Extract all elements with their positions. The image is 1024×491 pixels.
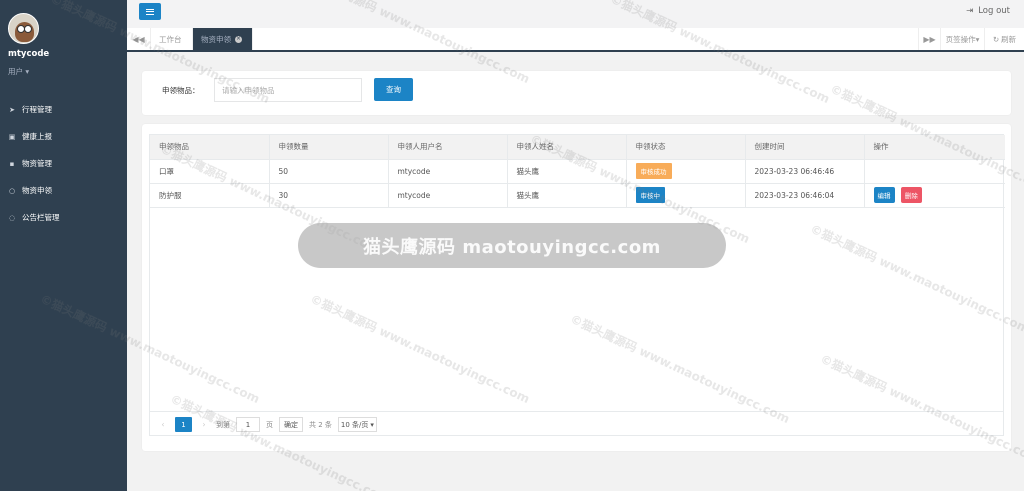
status-badge: 审核成功 xyxy=(635,163,672,179)
column-header: 申领人姓名 xyxy=(507,135,627,160)
refresh-label: 刷新 xyxy=(1001,34,1017,44)
menu-toggle-button[interactable] xyxy=(139,3,161,20)
page-size-value: 10 条/页 xyxy=(340,420,369,429)
close-icon[interactable]: × xyxy=(235,35,242,43)
refresh-icon: ↻ xyxy=(992,34,1000,44)
hamburger-icon xyxy=(146,8,154,15)
sidebar-item-label: 行程管理 xyxy=(22,105,52,114)
delete-button[interactable]: 删除 xyxy=(900,187,922,203)
total-count: 共 2 条 xyxy=(309,420,332,429)
search-input[interactable] xyxy=(214,78,362,102)
column-header: 申领数量 xyxy=(269,135,389,160)
boxes-icon: ▪ xyxy=(9,159,15,168)
tab-claim[interactable]: 物资申领 × xyxy=(193,28,253,50)
sidebar: mtycode 用户 ▾ ➤ 行程管理 ▣ 健康上报 ▪ 物资管理 ○ 物资申领… xyxy=(0,0,127,491)
sidebar-item-label: 健康上报 xyxy=(22,132,52,141)
double-chevron-left-icon: ◀◀ xyxy=(132,34,145,44)
goto-label: 到第 xyxy=(216,420,230,429)
cell-name: 猫头鹰 xyxy=(507,183,627,208)
sidebar-item-supplies[interactable]: ▪ 物资管理 xyxy=(0,150,127,177)
cell-quantity: 50 xyxy=(269,159,389,184)
table-row: 口罩 50 mtycode 猫头鹰 审核成功 2023-03-23 06:46:… xyxy=(150,159,1005,184)
chevron-down-icon: ▾ xyxy=(370,420,374,429)
page-unit-label: 页 xyxy=(266,420,273,429)
cell-ops xyxy=(864,159,1005,184)
calendar-icon: ▣ xyxy=(8,132,16,141)
comment-icon: ◌ xyxy=(8,213,16,222)
cell-ops: 编辑 删除 xyxy=(864,183,1005,208)
sidebar-item-label: 物资申领 xyxy=(22,186,52,195)
tab-ops-dropdown[interactable]: 页签操作▾ xyxy=(940,28,984,50)
edit-button[interactable]: 编辑 xyxy=(873,187,895,203)
column-header: 创建时间 xyxy=(745,135,865,160)
topbar: ⇥ Log out xyxy=(127,0,1024,28)
search-button[interactable]: 查询 xyxy=(374,78,413,101)
search-label: 申领物品： xyxy=(162,86,200,95)
logout-label: Log out xyxy=(978,6,1010,16)
cell-created: 2023-03-23 06:46:04 xyxy=(745,183,865,208)
cell-name: 猫头鹰 xyxy=(507,159,627,184)
avatar[interactable] xyxy=(8,13,39,44)
refresh-button[interactable]: ↻ 刷新 xyxy=(984,28,1024,50)
sidebar-item-notice[interactable]: ◌ 公告栏管理 xyxy=(0,204,127,231)
table-header-row: 申领物品 申领数量 申领人用户名 申领人姓名 申领状态 创建时间 操作 xyxy=(150,135,1005,160)
data-table: 申领物品 申领数量 申领人用户名 申领人姓名 申领状态 创建时间 操作 口罩 5… xyxy=(149,134,1005,436)
sidebar-item-label: 公告栏管理 xyxy=(22,213,60,222)
logout-icon: ⇥ xyxy=(966,6,974,16)
tab-scroll-right-button[interactable]: ▶▶ xyxy=(918,28,940,50)
tab-label: 工作台 xyxy=(159,34,182,44)
role-dropdown[interactable]: 用户 ▾ xyxy=(8,66,29,77)
cell-item: 防护服 xyxy=(150,183,270,208)
pagination: ‹ 1 › 到第 页 确定 共 2 条 10 条/页 ▾ xyxy=(149,411,1004,437)
double-chevron-right-icon: ▶▶ xyxy=(923,34,936,44)
table-panel: 申领物品 申领数量 申领人用户名 申领人姓名 申领状态 创建时间 操作 口罩 5… xyxy=(142,124,1011,451)
table-row: 防护服 30 mtycode 猫头鹰 审核中 2023-03-23 06:46:… xyxy=(150,183,1005,208)
tab-bar: ◀◀ 工作台 物资申领 × ▶▶ 页签操作▾ ↻ 刷新 xyxy=(127,28,1024,52)
hand-icon: ○ xyxy=(8,186,16,195)
tab-scroll-left-button[interactable]: ◀◀ xyxy=(127,28,151,50)
sidebar-nav: ➤ 行程管理 ▣ 健康上报 ▪ 物资管理 ○ 物资申领 ◌ 公告栏管理 xyxy=(0,96,127,231)
prev-page-button[interactable]: ‹ xyxy=(157,420,169,429)
search-panel: 申领物品： 查询 xyxy=(142,71,1011,115)
send-icon: ➤ xyxy=(9,105,15,114)
sidebar-item-trip[interactable]: ➤ 行程管理 xyxy=(0,96,127,123)
username: mtycode xyxy=(8,49,50,59)
tab-label: 物资申领 xyxy=(201,34,231,44)
column-header: 申领物品 xyxy=(150,135,270,160)
status-badge: 审核中 xyxy=(635,187,665,203)
goto-confirm-button[interactable]: 确定 xyxy=(279,417,303,432)
goto-page-input[interactable] xyxy=(236,417,260,432)
logout-button[interactable]: ⇥ Log out xyxy=(966,6,1010,16)
cell-item: 口罩 xyxy=(150,159,270,184)
tab-home[interactable]: 工作台 xyxy=(151,28,193,50)
column-header: 申领状态 xyxy=(626,135,746,160)
column-header: 申领人用户名 xyxy=(388,135,508,160)
cell-username: mtycode xyxy=(388,183,508,208)
cell-status: 审核成功 xyxy=(626,159,746,184)
sidebar-item-claim[interactable]: ○ 物资申领 xyxy=(0,177,127,204)
cell-status: 审核中 xyxy=(626,183,746,208)
sidebar-item-health[interactable]: ▣ 健康上报 xyxy=(0,123,127,150)
page-size-select[interactable]: 10 条/页 ▾ xyxy=(337,417,377,432)
cell-quantity: 30 xyxy=(269,183,389,208)
column-header: 操作 xyxy=(864,135,1005,160)
page-current[interactable]: 1 xyxy=(175,417,192,432)
next-page-button[interactable]: › xyxy=(198,420,210,429)
cell-created: 2023-03-23 06:46:46 xyxy=(745,159,865,184)
sidebar-item-label: 物资管理 xyxy=(22,159,52,168)
cell-username: mtycode xyxy=(388,159,508,184)
